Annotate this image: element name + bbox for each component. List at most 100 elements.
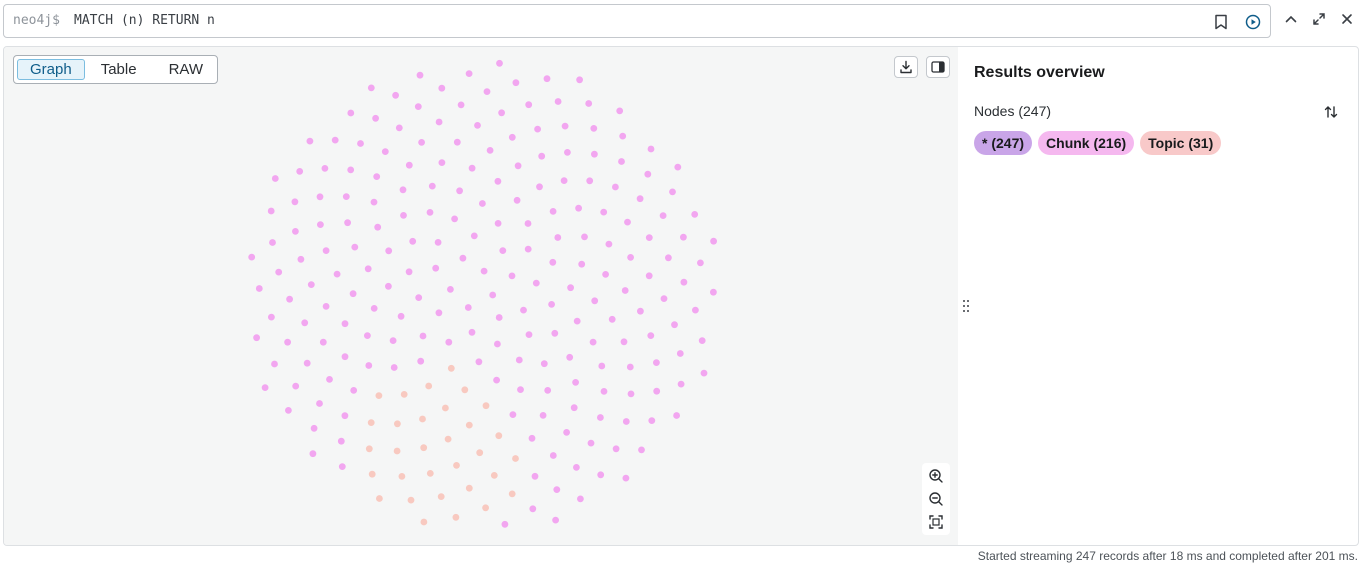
chunk-node[interactable]	[349, 290, 357, 298]
chunk-node[interactable]	[370, 198, 378, 206]
chunk-node[interactable]	[428, 182, 436, 190]
chunk-node[interactable]	[316, 400, 323, 407]
topic-node[interactable]	[490, 472, 498, 479]
chunk-node[interactable]	[619, 132, 627, 140]
chunk-node[interactable]	[494, 177, 502, 185]
chunk-node[interactable]	[680, 278, 688, 286]
chunk-node[interactable]	[459, 254, 467, 262]
label-pill-topic[interactable]: Topic (31)	[1140, 131, 1222, 155]
topic-node[interactable]	[442, 404, 449, 412]
chunk-node[interactable]	[269, 239, 276, 246]
chunk-node[interactable]	[475, 358, 483, 366]
zoom-in-icon[interactable]	[925, 466, 947, 486]
chunk-node[interactable]	[319, 338, 327, 346]
chunk-node[interactable]	[347, 109, 355, 117]
chunk-node[interactable]	[552, 516, 559, 524]
chunk-node[interactable]	[548, 301, 555, 308]
graph-canvas[interactable]	[4, 47, 958, 545]
chunk-node[interactable]	[528, 434, 536, 442]
chunk-node[interactable]	[597, 471, 605, 479]
topic-node[interactable]	[407, 496, 415, 504]
chunk-node[interactable]	[498, 109, 505, 117]
chunk-node[interactable]	[513, 196, 521, 204]
topic-node[interactable]	[495, 432, 503, 440]
chunk-node[interactable]	[554, 98, 562, 105]
chunk-node[interactable]	[648, 417, 656, 424]
chunk-node[interactable]	[344, 219, 351, 227]
chunk-node[interactable]	[445, 338, 453, 346]
chunk-node[interactable]	[331, 136, 339, 144]
chunk-node[interactable]	[385, 282, 392, 290]
chunk-node[interactable]	[292, 228, 299, 235]
bookmark-icon[interactable]	[1212, 13, 1230, 31]
chunk-node[interactable]	[509, 411, 517, 418]
chunk-node[interactable]	[554, 234, 562, 241]
chunk-node[interactable]	[474, 122, 481, 129]
chunk-node[interactable]	[587, 439, 595, 447]
graph-visualization[interactable]: Graph Table RAW	[4, 47, 958, 545]
label-pill-chunk[interactable]: Chunk (216)	[1038, 131, 1135, 155]
chunk-node[interactable]	[414, 103, 422, 110]
chunk-node[interactable]	[268, 313, 275, 321]
chunk-node[interactable]	[374, 223, 382, 231]
chunk-node[interactable]	[342, 193, 350, 201]
chunk-node[interactable]	[267, 207, 275, 215]
chunk-node[interactable]	[645, 272, 653, 280]
chunk-node[interactable]	[297, 255, 305, 263]
topic-node[interactable]	[508, 490, 516, 498]
chunk-node[interactable]	[622, 474, 630, 482]
chunk-node[interactable]	[457, 101, 465, 109]
topic-node[interactable]	[461, 386, 469, 394]
chunk-node[interactable]	[567, 284, 574, 292]
chunk-node[interactable]	[416, 71, 424, 79]
chunk-node[interactable]	[255, 285, 263, 292]
chunk-node[interactable]	[322, 247, 330, 255]
chunk-node[interactable]	[479, 200, 486, 207]
chunk-node[interactable]	[700, 369, 708, 377]
chunk-node[interactable]	[337, 437, 345, 445]
chunk-node[interactable]	[248, 253, 256, 261]
chunk-node[interactable]	[292, 382, 300, 390]
chunk-node[interactable]	[499, 247, 507, 255]
chunk-node[interactable]	[612, 183, 619, 191]
chunk-node[interactable]	[271, 360, 278, 368]
chunk-node[interactable]	[627, 254, 634, 261]
expand-icon[interactable]	[1310, 10, 1328, 28]
chunk-node[interactable]	[285, 407, 292, 414]
chunk-node[interactable]	[560, 177, 568, 185]
chunk-node[interactable]	[674, 163, 682, 171]
topic-node[interactable]	[444, 435, 452, 443]
chunk-node[interactable]	[347, 166, 355, 174]
fit-view-icon[interactable]	[925, 512, 947, 532]
label-pill-all[interactable]: * (247)	[974, 131, 1033, 155]
chunk-node[interactable]	[590, 125, 598, 132]
chunk-node[interactable]	[602, 271, 609, 278]
chunk-node[interactable]	[367, 84, 375, 92]
chunk-node[interactable]	[620, 338, 628, 346]
chunk-node[interactable]	[432, 264, 440, 272]
chunk-node[interactable]	[357, 140, 364, 147]
topic-node[interactable]	[420, 444, 428, 452]
chunk-node[interactable]	[364, 265, 372, 273]
chunk-node[interactable]	[586, 177, 594, 185]
chevron-up-icon[interactable]	[1282, 10, 1300, 28]
chunk-node[interactable]	[553, 486, 561, 493]
chunk-node[interactable]	[434, 239, 442, 246]
chunk-node[interactable]	[608, 315, 616, 323]
chunk-node[interactable]	[549, 208, 557, 215]
chunk-node[interactable]	[389, 337, 397, 344]
chunk-node[interactable]	[435, 118, 443, 126]
chunk-node[interactable]	[616, 107, 624, 115]
chunk-node[interactable]	[373, 173, 381, 180]
chunk-node[interactable]	[665, 254, 672, 262]
chunk-node[interactable]	[372, 114, 379, 122]
chunk-node[interactable]	[321, 165, 329, 172]
chunk-node[interactable]	[669, 188, 676, 196]
chunk-node[interactable]	[405, 268, 413, 276]
chunk-node[interactable]	[364, 332, 371, 339]
topic-node[interactable]	[419, 415, 426, 423]
chunk-node[interactable]	[645, 234, 653, 242]
run-query-icon[interactable]	[1244, 13, 1262, 31]
topic-node[interactable]	[368, 470, 376, 478]
chunk-node[interactable]	[438, 159, 446, 166]
